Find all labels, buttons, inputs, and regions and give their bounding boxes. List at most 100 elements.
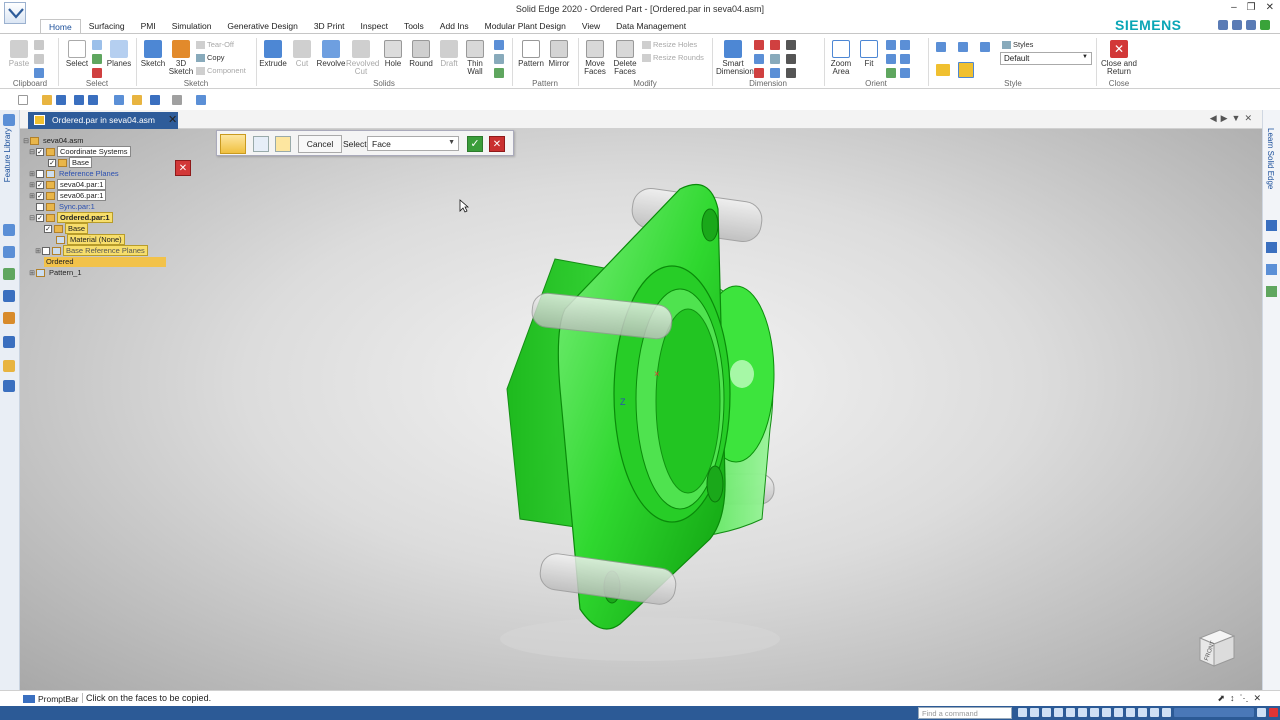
view-style-1-icon[interactable]: [936, 42, 946, 52]
close-and-return-button[interactable]: ✕ Close and Return: [1100, 40, 1138, 76]
tree-item-seva04[interactable]: ⊞ ✓ seva04.par:1: [28, 179, 107, 190]
plus-icon[interactable]: [1257, 708, 1266, 717]
table-icon[interactable]: [770, 68, 780, 78]
tear-off-button[interactable]: Tear-Off: [196, 40, 234, 50]
save-icon[interactable]: [74, 95, 84, 105]
revolved-cut-button[interactable]: Revolved Cut: [346, 40, 379, 76]
style-dropdown[interactable]: Default ▼: [1000, 52, 1092, 65]
document-tab[interactable]: Ordered.par in seva04.asm: [28, 112, 178, 129]
thin-wall-button[interactable]: Thin Wall: [460, 40, 490, 76]
key-icon[interactable]: [3, 360, 15, 372]
tree-item-pattern[interactable]: ⊞ Pattern_1: [28, 268, 84, 278]
zoom-area-button[interactable]: Zoom Area: [826, 40, 856, 76]
tab-pmi[interactable]: PMI: [133, 19, 164, 33]
tab-tools[interactable]: Tools: [396, 19, 432, 33]
pattern-button[interactable]: Pattern: [516, 40, 546, 68]
view-style-3-icon[interactable]: [980, 42, 990, 52]
properties-icon[interactable]: [114, 95, 124, 105]
round-button[interactable]: Round: [406, 40, 436, 68]
close-tab-icon[interactable]: ✕: [168, 113, 177, 126]
tab-add-ins[interactable]: Add Ins: [432, 19, 477, 33]
angle-icon[interactable]: [754, 54, 764, 64]
close-command-button[interactable]: ✕: [489, 136, 505, 152]
user-icon[interactable]: [1260, 20, 1270, 30]
open-icon[interactable]: [42, 95, 52, 105]
layout-icon[interactable]: [1218, 20, 1228, 30]
zoom-icon[interactable]: [1030, 708, 1039, 717]
tree-item-ordered[interactable]: ⊟ ✓ Ordered.par:1: [28, 212, 113, 223]
select-tools-icon[interactable]: [92, 68, 102, 78]
library-icon[interactable]: [3, 114, 15, 126]
zoom-area-icon[interactable]: [1042, 708, 1051, 717]
extrude-button[interactable]: Extrude: [258, 40, 288, 68]
tree-item-reference-planes[interactable]: ⊞ Reference Planes: [28, 169, 121, 179]
redo-icon[interactable]: [172, 95, 182, 105]
undo-icon[interactable]: [150, 95, 160, 105]
select-box-icon[interactable]: [92, 40, 102, 50]
distance-icon[interactable]: [754, 40, 764, 50]
3d-sketch-button[interactable]: 3D Sketch: [166, 40, 196, 76]
move-faces-button[interactable]: Move Faces: [580, 40, 610, 76]
pan-icon[interactable]: [886, 54, 896, 64]
part-model[interactable]: ×: [20, 129, 1262, 690]
zoom-icon[interactable]: [886, 40, 896, 50]
variable-icon[interactable]: [770, 54, 780, 64]
community-icon[interactable]: [1266, 242, 1277, 253]
relate-icon[interactable]: [770, 40, 780, 50]
info-icon[interactable]: [56, 95, 66, 105]
restore-icon[interactable]: ❐: [1247, 2, 1256, 13]
cut-icon[interactable]: [34, 40, 44, 50]
delete-faces-button[interactable]: Delete Faces: [610, 40, 640, 76]
layout-alt-icon[interactable]: [1232, 20, 1242, 30]
new-icon[interactable]: [18, 95, 28, 105]
cancel-button[interactable]: Cancel: [298, 135, 342, 153]
tab-simulation[interactable]: Simulation: [164, 19, 220, 33]
hole-button[interactable]: Hole: [378, 40, 408, 68]
tab-view[interactable]: View: [574, 19, 608, 33]
record-icon[interactable]: [1269, 708, 1278, 717]
symmetric-icon[interactable]: [786, 68, 796, 78]
graphics-window[interactable]: × Z: [20, 129, 1262, 690]
tab-3d-print[interactable]: 3D Print: [306, 19, 353, 33]
close-icon[interactable]: ✕: [1266, 2, 1274, 13]
mirror-button[interactable]: Mirror: [544, 40, 574, 68]
teamcenter-icon[interactable]: [3, 290, 15, 302]
view-cube[interactable]: FRONT: [1196, 626, 1238, 668]
tab-surfacing[interactable]: Surfacing: [81, 19, 133, 33]
grid-icon[interactable]: [1114, 708, 1123, 717]
fit-icon[interactable]: [1054, 708, 1063, 717]
minus-icon[interactable]: [1162, 708, 1171, 717]
docs-icon[interactable]: [1266, 264, 1277, 275]
light-icon[interactable]: [1138, 708, 1147, 717]
shade-icon[interactable]: [1102, 708, 1111, 717]
vertical-dim-icon[interactable]: [786, 54, 796, 64]
sensor-icon[interactable]: [3, 268, 15, 280]
tree-item-sync[interactable]: Sync.par:1: [28, 202, 97, 212]
smart-dimension-button[interactable]: Smart Dimension: [716, 40, 754, 76]
accept-button[interactable]: ✓: [467, 136, 483, 152]
feature-library-tab[interactable]: Feature Library: [3, 128, 12, 182]
reports-icon[interactable]: [1266, 286, 1277, 297]
shaded-icon[interactable]: [936, 64, 950, 76]
view-icon[interactable]: [1090, 708, 1099, 717]
boolean-icon[interactable]: [494, 68, 504, 78]
search-icon[interactable]: [1018, 708, 1027, 717]
find-command-input[interactable]: Find a command: [918, 707, 1012, 719]
help-icon[interactable]: [1246, 20, 1256, 30]
tree-item-ordered-base[interactable]: ✓ Base: [44, 223, 89, 234]
copy-step-icon[interactable]: [220, 134, 246, 154]
tab-inspect[interactable]: Inspect: [353, 19, 396, 33]
resize-holes-button[interactable]: Resize Holes: [642, 40, 697, 50]
tutorial-icon[interactable]: [1266, 220, 1277, 231]
horizontal-dim-icon[interactable]: [786, 40, 796, 50]
options-icon[interactable]: [253, 136, 269, 152]
select-button[interactable]: Select: [62, 40, 92, 68]
spin-about-icon[interactable]: [900, 68, 910, 78]
component-button[interactable]: Component: [196, 66, 246, 76]
family-parts-icon[interactable]: [3, 312, 15, 324]
learn-solid-edge-tab[interactable]: Learn Solid Edge: [1266, 128, 1275, 189]
pathfinder-icon[interactable]: [3, 224, 15, 236]
clipboard-icon[interactable]: [132, 95, 142, 105]
tab-generative-design[interactable]: Generative Design: [219, 19, 305, 33]
tree-item-assembly[interactable]: ⊟ seva04.asm: [22, 136, 85, 146]
